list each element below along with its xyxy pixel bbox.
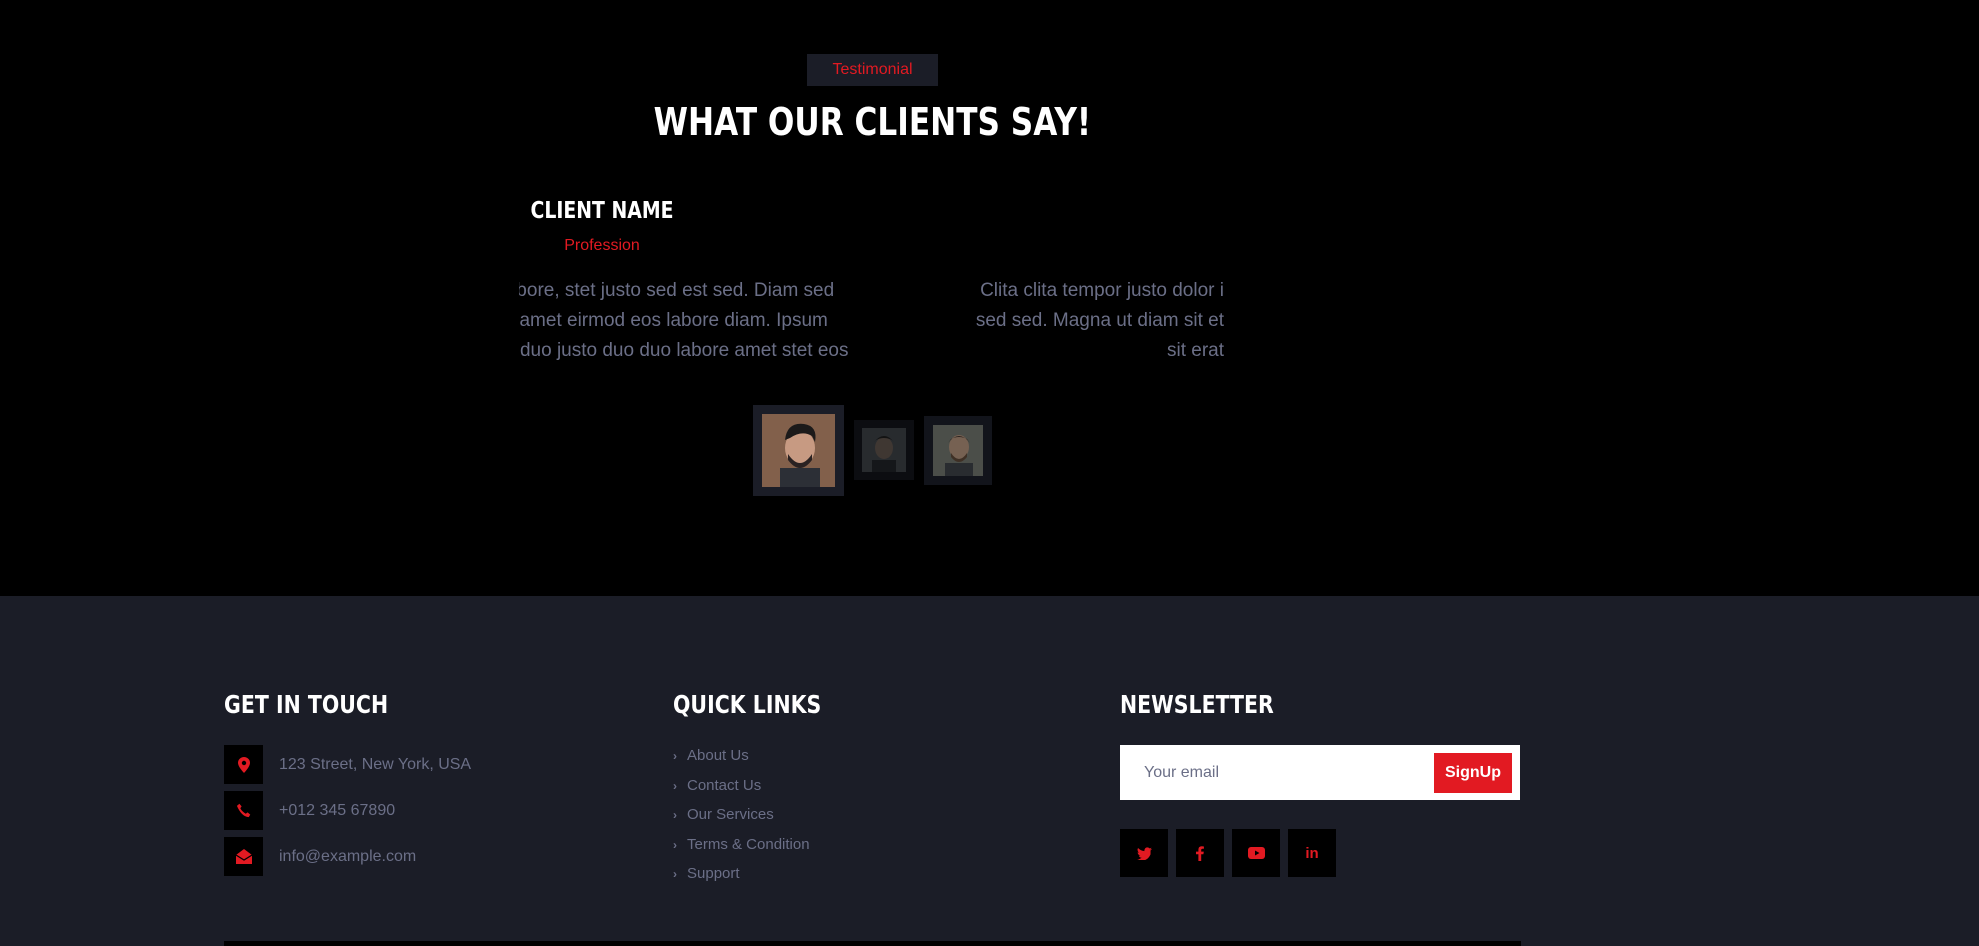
contact-email: info@example.com xyxy=(224,837,416,876)
twitter-icon xyxy=(1136,846,1152,860)
twitter-button[interactable] xyxy=(1120,829,1168,877)
link-label: Contact Us xyxy=(687,777,762,794)
testimonial-carousel[interactable]: Dolor et eos labore, stet justo sed est … xyxy=(519,276,1224,368)
client-photo-1 xyxy=(762,414,835,487)
phone-icon xyxy=(224,791,263,830)
chevron-right-icon: › xyxy=(673,748,677,763)
contact-phone: +012 345 67890 xyxy=(224,791,395,830)
link-label: Support xyxy=(687,865,740,882)
chevron-right-icon: › xyxy=(673,807,677,822)
testimonial-text-next: Clita clita tempor justo dolor i sed sed… xyxy=(959,276,1224,366)
testimonial-text: Dolor et eos labore, stet justo sed est … xyxy=(519,280,849,361)
testimonial-section: Testimonial WHAT OUR CLIENTS SAY! CLIENT… xyxy=(0,0,1979,596)
chevron-right-icon: › xyxy=(673,866,677,881)
link-label: About Us xyxy=(687,747,749,764)
link-our-services[interactable]: › Our Services xyxy=(673,806,774,823)
email-text[interactable]: info@example.com xyxy=(279,848,416,866)
client-photo-3 xyxy=(933,425,983,476)
link-label: Our Services xyxy=(687,806,774,823)
client-thumbnail[interactable] xyxy=(854,420,914,480)
envelope-open-icon xyxy=(224,837,263,876)
get-in-touch-title: GET IN TOUCH xyxy=(224,690,389,719)
linkedin-button[interactable]: in xyxy=(1288,829,1336,877)
client-thumbnail[interactable] xyxy=(924,416,992,485)
chevron-right-icon: › xyxy=(673,778,677,793)
link-terms[interactable]: › Terms & Condition xyxy=(673,836,810,853)
link-contact-us[interactable]: › Contact Us xyxy=(673,777,761,794)
phone-text[interactable]: +012 345 67890 xyxy=(279,802,395,820)
link-support[interactable]: › Support xyxy=(673,865,740,882)
client-thumbnail-active[interactable] xyxy=(753,405,844,496)
newsletter-form: SignUp xyxy=(1120,745,1520,800)
client-name: CLIENT NAME xyxy=(530,198,674,224)
newsletter-title: NEWSLETTER xyxy=(1120,690,1274,719)
quick-links-title: QUICK LINKS xyxy=(673,690,822,719)
address-text: 123 Street, New York, USA xyxy=(279,755,472,773)
newsletter-email-input[interactable] xyxy=(1120,745,1430,800)
chevron-right-icon: › xyxy=(673,837,677,852)
client-profession: Profession xyxy=(564,237,640,254)
footer-divider xyxy=(224,941,1521,946)
link-about-us[interactable]: › About Us xyxy=(673,747,749,764)
section-title: WHAT OUR CLIENTS SAY! xyxy=(653,100,1092,144)
youtube-icon xyxy=(1247,847,1265,859)
link-label: Terms & Condition xyxy=(687,836,810,853)
testimonial-line: sed sed. Magna ut diam sit et xyxy=(975,310,1224,331)
youtube-button[interactable] xyxy=(1232,829,1280,877)
facebook-button[interactable] xyxy=(1176,829,1224,877)
linkedin-icon: in xyxy=(1305,844,1319,862)
facebook-icon xyxy=(1196,845,1204,861)
testimonial-line: sit erat xyxy=(1166,340,1224,361)
client-photo-2 xyxy=(862,428,906,472)
site-footer: GET IN TOUCH 123 Street, New York, USA +… xyxy=(0,596,1979,946)
section-badge: Testimonial xyxy=(807,54,938,86)
testimonial-line: Clita clita tempor justo dolor i xyxy=(980,280,1224,301)
contact-address: 123 Street, New York, USA xyxy=(224,745,471,784)
signup-button[interactable]: SignUp xyxy=(1434,753,1512,793)
map-marker-icon xyxy=(224,745,263,784)
